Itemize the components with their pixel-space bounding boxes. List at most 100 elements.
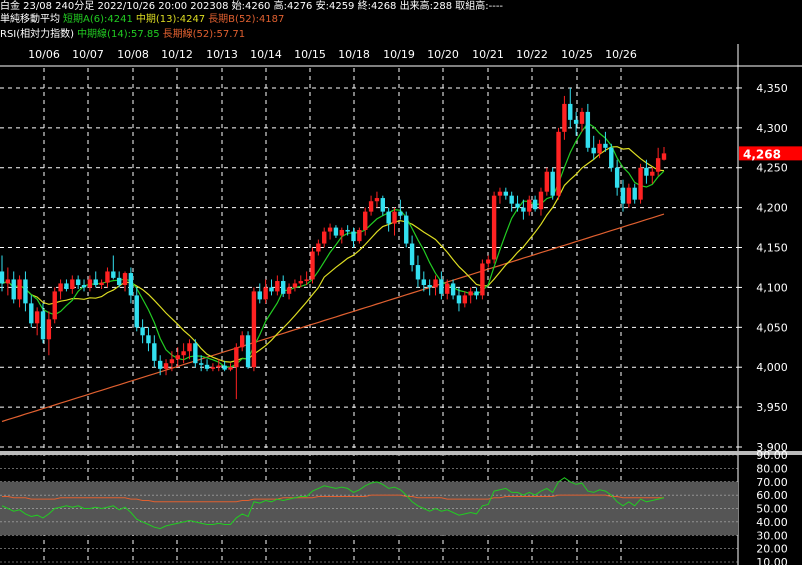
candle-up: [626, 187, 632, 204]
rsi-title: RSI(相対力指数): [0, 29, 75, 40]
x-tick-label: 10/26: [605, 48, 637, 61]
candle-down: [269, 287, 274, 292]
candle-up: [181, 351, 186, 356]
candle-up: [363, 211, 368, 230]
candle-up: [216, 365, 221, 368]
candle-up: [339, 229, 344, 236]
candle-up: [187, 343, 192, 352]
candle-down: [427, 285, 432, 288]
candle-down: [11, 279, 16, 300]
ma-long-line: [1, 213, 665, 423]
candle-up: [468, 291, 473, 296]
candle-up: [52, 291, 57, 320]
moving-average-lines: [1, 122, 665, 423]
candle-down: [245, 335, 251, 368]
candle-down: [111, 271, 116, 278]
candle-up: [239, 335, 245, 348]
candle-down: [222, 365, 227, 370]
price-axis-labels: 4,350 4,300 4,250 4,200 4,150 4,100 4,050 4,000…: [756, 82, 788, 454]
candle-up: [527, 199, 532, 212]
candle-up: [163, 363, 169, 369]
candle-down: [0, 271, 5, 284]
x-tick-label: 10/19: [383, 48, 415, 61]
candle-down: [550, 171, 555, 196]
candle-up: [5, 279, 11, 284]
candle-up: [650, 171, 655, 176]
candle-down: [532, 199, 538, 210]
candle-up: [286, 287, 292, 294]
ma-long-label: 長期B(52):4187: [208, 14, 285, 25]
x-tick-label: 10/07: [72, 48, 104, 61]
candle-up: [462, 295, 468, 304]
candle-down: [503, 191, 509, 196]
candle-down: [614, 167, 620, 188]
rsi-tick-label: 40.00: [756, 516, 788, 529]
candle-down: [509, 195, 514, 204]
candle-up: [46, 319, 52, 340]
candle-up: [210, 367, 216, 369]
candle-down: [398, 211, 403, 216]
candlesticks: [0, 87, 667, 400]
candle-up: [638, 167, 643, 200]
candle-up: [87, 279, 93, 288]
x-tick-label: 10/13: [206, 48, 238, 61]
y-tick-label: 4,250: [756, 162, 788, 175]
rsi-tick-label: 70.00: [756, 476, 788, 489]
x-tick-label: 10/25: [561, 48, 593, 61]
candle-up: [357, 229, 362, 242]
x-axis-labels: 10/06 10/07 10/08 10/12 10/13 10/14 10/15 10/18…: [28, 48, 637, 61]
rsi-long-label: 長期線(52):57.71: [162, 29, 246, 40]
current-price-tag: 4,268: [739, 146, 802, 161]
rsi-mid-label: 中期線(14):57.85: [77, 29, 160, 40]
candle-up: [368, 201, 374, 212]
candle-down: [603, 143, 608, 148]
x-tick-label: 10/21: [472, 48, 504, 61]
candle-up: [486, 259, 491, 264]
ma-title: 単純移動平均: [0, 14, 60, 25]
candle-up: [34, 311, 40, 324]
candle-up: [298, 281, 303, 284]
candle-up: [655, 158, 661, 172]
candle-up: [304, 279, 309, 282]
candle-down: [521, 207, 526, 212]
candle-down: [152, 343, 157, 361]
ma-mid-line: [1, 146, 665, 363]
y-tick-label: 4,050: [756, 321, 788, 334]
candle-up: [480, 263, 485, 296]
candle-down: [128, 273, 134, 296]
candle-down: [193, 343, 198, 364]
candle-up: [169, 359, 175, 364]
candle-down: [140, 327, 145, 336]
x-tick-label: 10/06: [28, 48, 60, 61]
y-tick-label: 4,200: [756, 202, 788, 215]
x-tick-label: 10/12: [161, 48, 193, 61]
candle-up: [562, 103, 567, 132]
rsi-tick-label: 10.00: [756, 556, 788, 565]
candle-up: [491, 195, 497, 260]
rsi-tick-label: 20.00: [756, 543, 788, 556]
candle-up: [556, 131, 561, 196]
rsi-tick-label: 80.00: [756, 462, 788, 475]
candle-down: [204, 364, 210, 369]
x-tick-label: 10/15: [294, 48, 326, 61]
candle-down: [345, 229, 350, 232]
candle-down: [146, 335, 151, 344]
price-tag-label: 4,268: [743, 147, 781, 161]
candle-down: [75, 279, 81, 286]
x-tick-label: 10/18: [338, 48, 370, 61]
y-tick-label: 3,950: [756, 401, 788, 414]
candle-up: [228, 367, 233, 370]
rsi-pane: 90.0080.0070.0060.0050.0040.0030.0020.00…: [0, 449, 802, 565]
x-tick-label: 10/22: [516, 48, 548, 61]
candle-up: [234, 347, 239, 368]
candle-up: [433, 279, 438, 288]
candle-down: [456, 295, 462, 304]
candle-up: [17, 279, 22, 300]
candle-down: [415, 265, 421, 280]
candle-down: [134, 295, 139, 328]
candle-down: [281, 281, 286, 294]
candle-down: [568, 103, 573, 120]
candle-down: [632, 187, 637, 200]
candle-down: [474, 291, 479, 296]
rsi-tick-label: 50.00: [756, 503, 788, 516]
